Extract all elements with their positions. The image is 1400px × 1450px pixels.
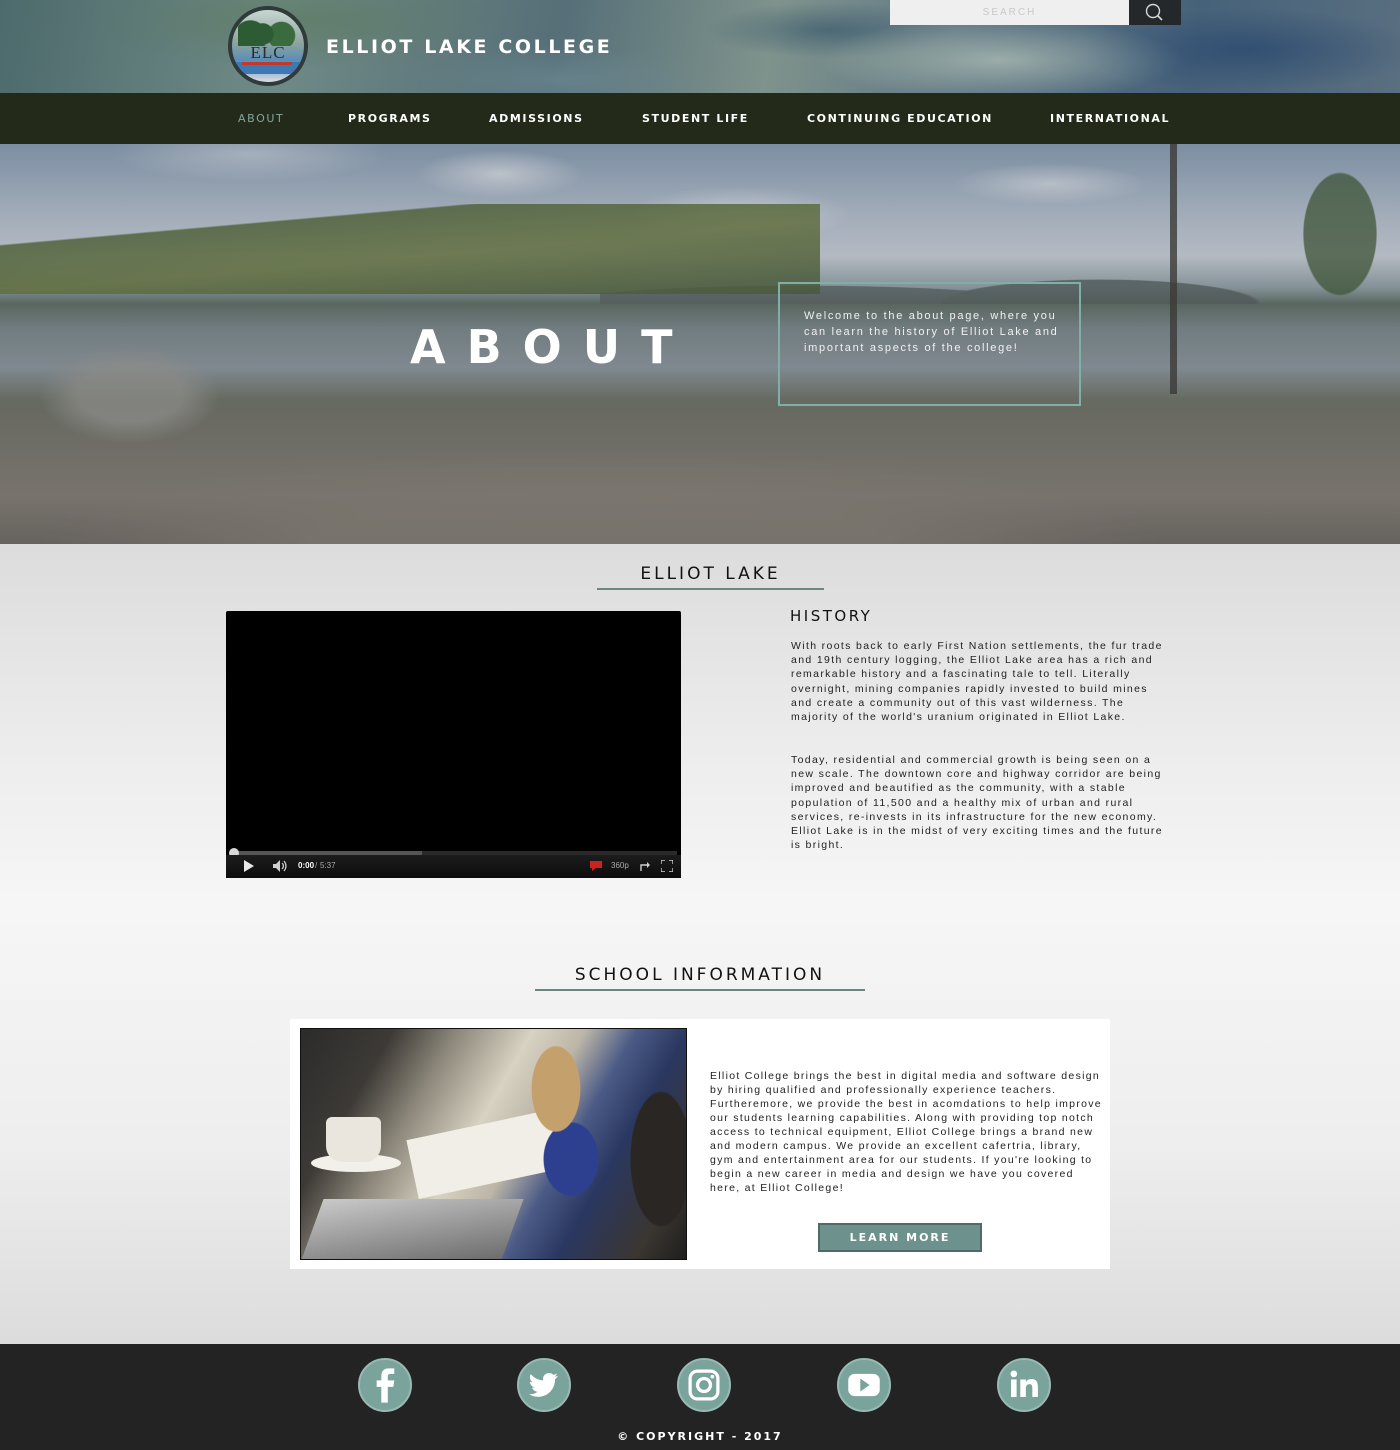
copyright-text: © COPYRIGHT - 2017 — [617, 1430, 783, 1443]
facebook-link[interactable] — [358, 1358, 412, 1412]
section-heading-school-information: SCHOOL INFORMATION — [574, 965, 826, 985]
facebook-icon — [376, 1368, 395, 1403]
video-duration: 5:37 — [320, 861, 336, 870]
share-icon[interactable] — [639, 860, 651, 872]
video-controls: 0:00 / 5:37 360p — [226, 855, 681, 878]
fullscreen-icon[interactable] — [661, 860, 673, 872]
page-title: ABOUT — [410, 320, 694, 374]
hero-banner: ABOUT Welcome to the about page, where y… — [0, 144, 1400, 544]
photo-laptop — [301, 1199, 524, 1259]
volume-icon[interactable] — [273, 860, 289, 872]
captions-icon[interactable] — [590, 861, 602, 871]
heading-underline — [597, 588, 824, 590]
main-content: ELLIOT LAKE 0:00 / 5:37 360p HISTORY Wit… — [0, 544, 1400, 1344]
youtube-icon — [848, 1373, 880, 1397]
nav-item-student-life[interactable]: STUDENT LIFE — [642, 112, 749, 125]
students-studying-photo — [300, 1028, 687, 1260]
logo-trees — [238, 16, 300, 46]
instagram-icon — [688, 1369, 720, 1401]
twitter-icon — [528, 1372, 558, 1397]
college-name[interactable]: ELLIOT LAKE COLLEGE — [326, 36, 612, 58]
video-quality[interactable]: 360p — [611, 861, 629, 870]
video-time-separator: / — [315, 861, 318, 870]
heading-underline — [535, 989, 865, 991]
linkedin-icon — [1010, 1370, 1038, 1398]
hero-overlay — [0, 144, 1400, 544]
instagram-link[interactable] — [677, 1358, 731, 1412]
main-nav: ABOUT PROGRAMS ADMISSIONS STUDENT LIFE C… — [0, 93, 1400, 144]
welcome-box: Welcome to the about page, where you can… — [778, 282, 1081, 406]
nav-item-about[interactable]: ABOUT — [238, 112, 284, 125]
site-footer: © COPYRIGHT - 2017 — [0, 1344, 1400, 1450]
history-paragraph-1: With roots back to early First Nation se… — [791, 640, 1163, 724]
school-info-text: Elliot College brings the best in digita… — [710, 1070, 1102, 1194]
section-heading-elliot-lake: ELLIOT LAKE — [640, 564, 781, 584]
nav-item-programs[interactable]: PROGRAMS — [348, 112, 432, 125]
youtube-link[interactable] — [837, 1358, 891, 1412]
video-current-time: 0:00 — [298, 861, 315, 870]
college-logo[interactable]: ELC — [228, 6, 308, 86]
play-icon[interactable] — [244, 860, 254, 872]
nav-item-international[interactable]: INTERNATIONAL — [1050, 112, 1170, 125]
video-player[interactable]: 0:00 / 5:37 360p — [226, 611, 681, 878]
learn-more-button[interactable]: LEARN MORE — [818, 1223, 982, 1252]
twitter-link[interactable] — [517, 1358, 571, 1412]
history-heading: HISTORY — [790, 607, 873, 625]
nav-item-admissions[interactable]: ADMISSIONS — [489, 112, 584, 125]
nav-item-continuing-education[interactable]: CONTINUING EDUCATION — [807, 112, 993, 125]
photo-student-right — [601, 1049, 686, 1259]
search-button[interactable] — [1129, 0, 1181, 25]
site-header: ELC ELLIOT LAKE COLLEGE — [0, 0, 1400, 93]
history-paragraph-2: Today, residential and commercial growth… — [791, 754, 1163, 852]
school-info-card: Elliot College brings the best in digita… — [290, 1019, 1110, 1269]
search-icon — [1145, 3, 1163, 21]
photo-cup — [326, 1117, 381, 1162]
linkedin-link[interactable] — [997, 1358, 1051, 1412]
logo-letters: ELC — [250, 43, 286, 62]
search-input[interactable] — [890, 0, 1129, 25]
photo-student-hair — [511, 1029, 601, 1159]
